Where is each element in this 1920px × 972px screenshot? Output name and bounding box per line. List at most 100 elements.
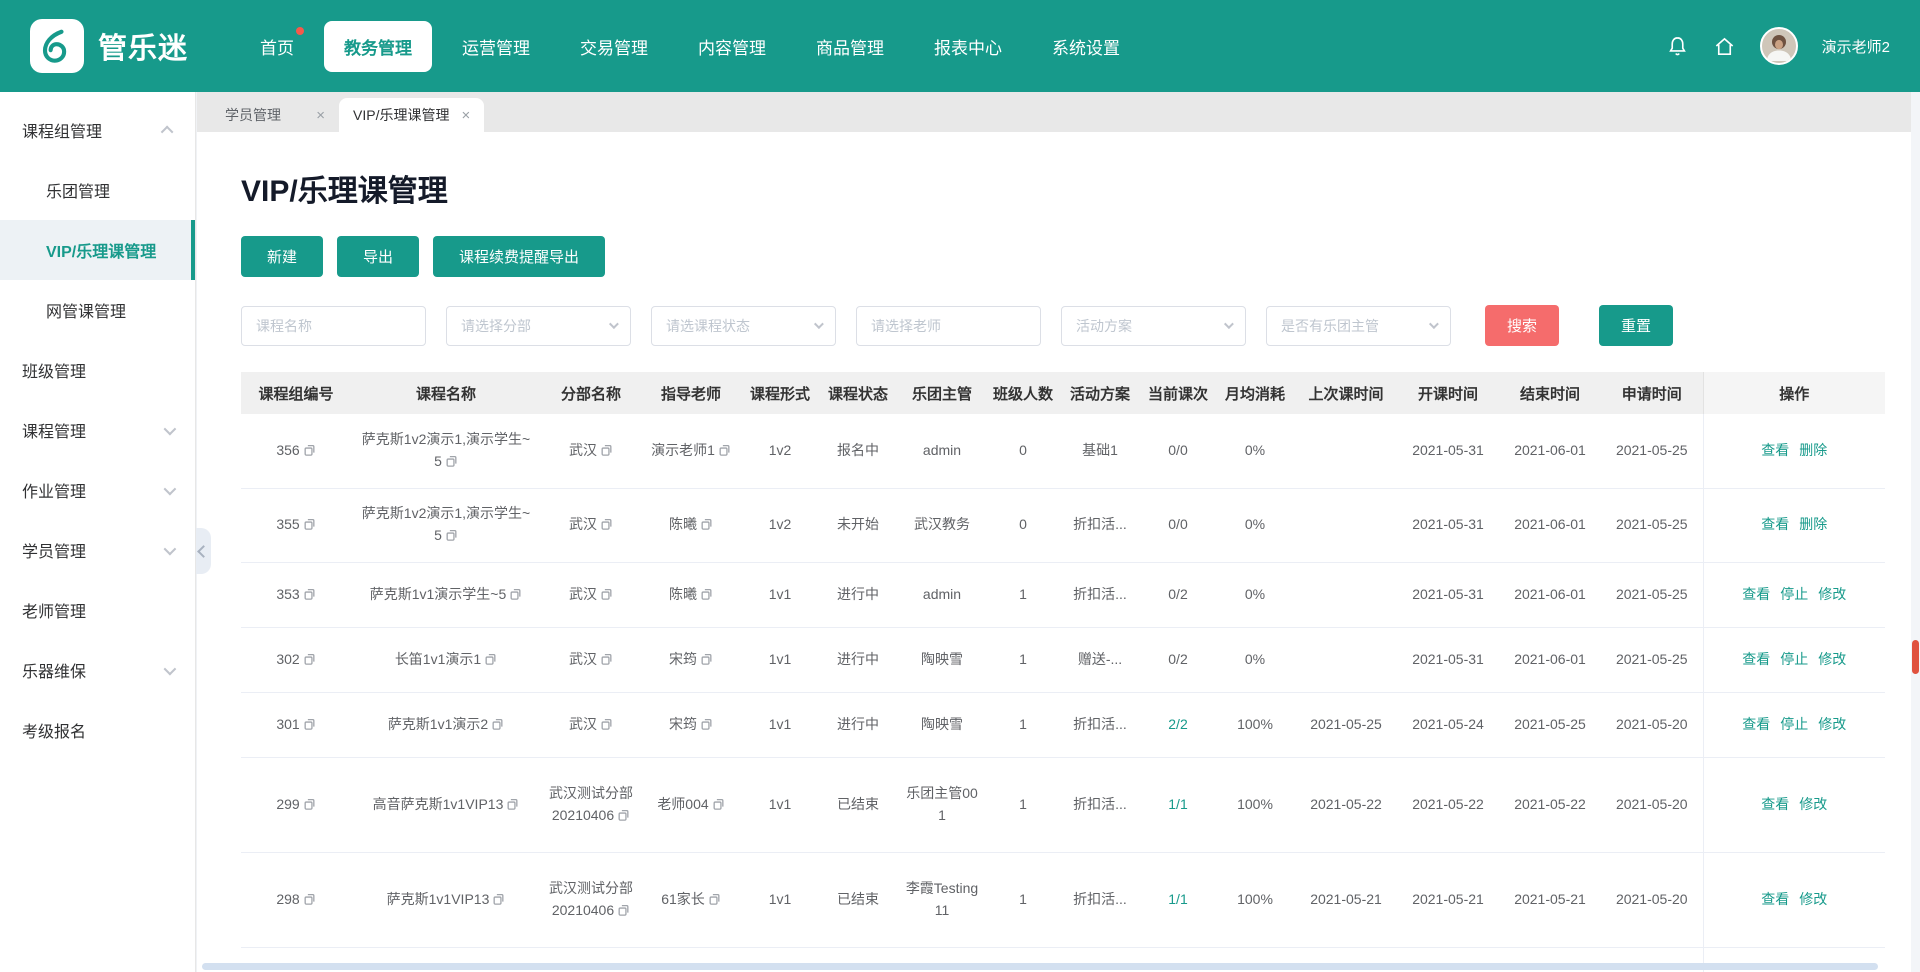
action-edit[interactable]: 修改: [1818, 586, 1846, 602]
copy-icon[interactable]: [303, 588, 316, 601]
action-view[interactable]: 查看: [1761, 442, 1789, 458]
cell-text: 已结束: [837, 795, 879, 812]
nav-menu-item[interactable]: 内容管理: [678, 21, 786, 72]
cell-text: 0%: [1244, 441, 1266, 458]
cell-text: 356: [276, 441, 300, 458]
action-view[interactable]: 查看: [1761, 891, 1789, 907]
filter-select[interactable]: 请选择分部: [446, 305, 631, 346]
sidebar-subitem[interactable]: 乐团管理: [0, 160, 195, 220]
user-name[interactable]: 演示老师2: [1822, 36, 1890, 57]
nav-menu-item[interactable]: 系统设置: [1032, 21, 1140, 72]
sidebar-collapse-handle[interactable]: [196, 528, 211, 574]
search-button[interactable]: 搜索: [1485, 305, 1560, 346]
sidebar-item[interactable]: 课程组管理: [0, 100, 195, 160]
action-view[interactable]: 查看: [1742, 651, 1770, 667]
close-tab-icon[interactable]: ×: [461, 108, 470, 123]
action-edit[interactable]: 修改: [1799, 891, 1827, 907]
toolbar-button[interactable]: 新建: [241, 236, 324, 277]
copy-icon[interactable]: [303, 653, 316, 666]
sidebar-item[interactable]: 考级报名: [0, 700, 195, 760]
filter-input[interactable]: 课程名称: [241, 305, 426, 346]
action-edit[interactable]: 修改: [1799, 796, 1827, 812]
copy-icon[interactable]: [600, 718, 613, 731]
sidebar-item[interactable]: 乐器维保: [0, 640, 195, 700]
action-view[interactable]: 查看: [1761, 516, 1789, 532]
vertical-scrollbar-thumb[interactable]: [1912, 640, 1919, 674]
copy-icon[interactable]: [708, 893, 721, 906]
cell-applied: 2021-05-20: [1601, 692, 1703, 758]
progress-link[interactable]: 2/2: [1168, 716, 1187, 732]
copy-icon[interactable]: [712, 798, 725, 811]
nav-menu-item[interactable]: 首页: [240, 21, 314, 72]
copy-icon[interactable]: [600, 518, 613, 531]
copy-icon[interactable]: [600, 444, 613, 457]
bell-icon[interactable]: [1666, 35, 1689, 58]
sidebar-item[interactable]: 学员管理: [0, 520, 195, 580]
horizontal-scrollbar-thumb[interactable]: [202, 963, 1878, 970]
copy-icon[interactable]: [484, 653, 497, 666]
nav-menu-item[interactable]: 运营管理: [442, 21, 550, 72]
nav-menu-item[interactable]: 交易管理: [560, 21, 668, 72]
action-edit[interactable]: 修改: [1818, 651, 1846, 667]
action-view[interactable]: 查看: [1742, 586, 1770, 602]
copy-icon[interactable]: [303, 444, 316, 457]
placeholder-text: 请选课程状态: [666, 317, 750, 334]
action-stop[interactable]: 停止: [1780, 586, 1808, 602]
copy-icon[interactable]: [303, 518, 316, 531]
copy-icon[interactable]: [600, 588, 613, 601]
filter-select[interactable]: 活动方案: [1061, 305, 1246, 346]
copy-icon[interactable]: [445, 455, 458, 468]
copy-icon[interactable]: [492, 893, 505, 906]
copy-icon[interactable]: [700, 718, 713, 731]
cell-text: 1: [1019, 585, 1027, 602]
app-logo[interactable]: 管乐迷: [30, 19, 188, 73]
copy-icon[interactable]: [445, 529, 458, 542]
copy-icon[interactable]: [700, 518, 713, 531]
cell-last-class: [1295, 488, 1397, 563]
sidebar-subitem[interactable]: 网管课管理: [0, 280, 195, 340]
action-edit[interactable]: 修改: [1818, 716, 1846, 732]
nav-menu-item[interactable]: 报表中心: [914, 21, 1022, 72]
copy-icon[interactable]: [509, 588, 522, 601]
filter-select[interactable]: 是否有乐团主管: [1266, 305, 1451, 346]
action-view[interactable]: 查看: [1761, 796, 1789, 812]
nav-menu-item[interactable]: 教务管理: [324, 20, 433, 72]
nav-menu-item[interactable]: 商品管理: [796, 21, 904, 72]
copy-icon[interactable]: [600, 653, 613, 666]
copy-icon[interactable]: [506, 798, 519, 811]
cell-branch: 武汉测试分部20210406: [541, 852, 641, 948]
toolbar-button[interactable]: 课程续费提醒导出: [433, 236, 606, 277]
action-view[interactable]: 查看: [1742, 716, 1770, 732]
copy-icon[interactable]: [718, 444, 731, 457]
sidebar-item[interactable]: 班级管理: [0, 340, 195, 400]
close-tab-icon[interactable]: ×: [316, 108, 325, 123]
copy-icon[interactable]: [617, 809, 630, 822]
copy-icon[interactable]: [303, 893, 316, 906]
sidebar-item[interactable]: 课程管理: [0, 400, 195, 460]
filter-select[interactable]: 请选课程状态: [651, 305, 836, 346]
toolbar-button[interactable]: 导出: [337, 236, 420, 277]
copy-icon[interactable]: [303, 718, 316, 731]
action-stop[interactable]: 停止: [1780, 716, 1808, 732]
copy-icon[interactable]: [491, 718, 504, 731]
progress-link[interactable]: 1/1: [1168, 891, 1187, 907]
copy-icon[interactable]: [700, 588, 713, 601]
action-delete[interactable]: 删除: [1799, 516, 1827, 532]
progress-link[interactable]: 1/1: [1168, 796, 1187, 812]
reset-button[interactable]: 重置: [1599, 305, 1674, 346]
copy-icon[interactable]: [700, 653, 713, 666]
tab-inactive[interactable]: 学员管理 ×: [211, 98, 339, 132]
cell-text: 陶映雪: [921, 650, 963, 667]
action-stop[interactable]: 停止: [1780, 651, 1808, 667]
copy-icon[interactable]: [303, 798, 316, 811]
user-avatar[interactable]: [1759, 27, 1798, 65]
filter-input[interactable]: 请选择老师: [856, 305, 1041, 346]
sidebar-item[interactable]: 老师管理: [0, 580, 195, 640]
tab-active[interactable]: VIP/乐理课管理 ×: [339, 98, 485, 132]
home-icon[interactable]: [1713, 35, 1736, 58]
copy-icon[interactable]: [617, 904, 630, 917]
sidebar-item[interactable]: 作业管理: [0, 460, 195, 520]
action-delete[interactable]: 删除: [1799, 442, 1827, 458]
cell-text: 武汉: [569, 715, 597, 732]
sidebar-subitem[interactable]: VIP/乐理课管理: [0, 220, 195, 280]
